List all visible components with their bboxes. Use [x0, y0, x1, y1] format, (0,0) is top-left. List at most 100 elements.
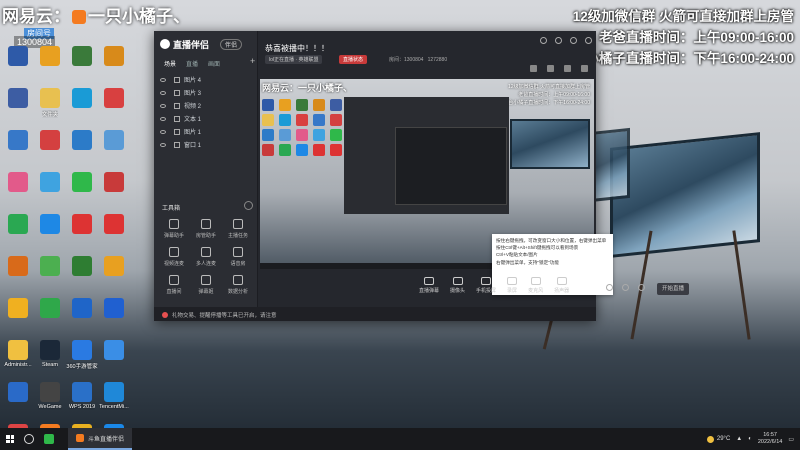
desktop-icon[interactable]	[34, 44, 66, 86]
record-icon[interactable]	[530, 65, 537, 72]
desktop-icon[interactable]	[98, 170, 130, 212]
desktop-icon[interactable]	[2, 170, 34, 212]
network-icon[interactable]: ▲	[736, 436, 742, 442]
desktop-icon[interactable]	[66, 128, 98, 170]
share-icon[interactable]	[581, 65, 588, 72]
desktop-icon[interactable]: TencentMi...	[98, 380, 130, 422]
volume-icon[interactable]: ◐	[748, 436, 752, 442]
desktop-icon[interactable]	[66, 170, 98, 212]
gear-icon[interactable]	[638, 284, 645, 291]
toolbox-item[interactable]: 弹幕助手	[158, 219, 190, 247]
desktop-icon[interactable]: 文件夹	[34, 86, 66, 128]
toolbox-item[interactable]: 房管助手	[190, 219, 222, 247]
game-category-button[interactable]: lol正在直播 · 英雄联盟	[265, 55, 323, 64]
settings-icon[interactable]	[547, 65, 554, 72]
add-scene-button[interactable]: +	[250, 56, 255, 66]
desktop-icon[interactable]	[98, 212, 130, 254]
desktop-icon[interactable]	[98, 44, 130, 86]
minimize-icon[interactable]	[570, 37, 577, 44]
toolbox-item[interactable]: 视频连麦	[158, 247, 190, 275]
desktop-icon[interactable]	[98, 254, 130, 296]
source-item[interactable]: 窗口 1	[160, 138, 252, 151]
desktop-icon[interactable]	[34, 128, 66, 170]
eye-icon[interactable]	[622, 284, 629, 291]
taskbar-app-live[interactable]: 斗鱼直播伴侣	[68, 428, 133, 450]
desktop-icon[interactable]	[2, 44, 34, 86]
action-button[interactable]: 手机投屏	[476, 277, 496, 294]
source-item[interactable]: 图片 3	[160, 86, 252, 99]
desktop-icon[interactable]: WPS 2019	[66, 380, 98, 422]
eye-icon[interactable]	[160, 116, 166, 121]
preview-mini-icon	[279, 99, 291, 111]
desktop-icon[interactable]	[66, 212, 98, 254]
desktop-icon[interactable]	[2, 296, 34, 338]
logo-badge[interactable]: 伴侣	[220, 39, 243, 50]
preview-mini-icon	[330, 114, 342, 126]
source-item[interactable]: 视频 2	[160, 99, 252, 112]
action-button[interactable]: 录屏	[507, 277, 517, 294]
skin-icon[interactable]	[540, 37, 547, 44]
eye-icon[interactable]	[160, 142, 166, 147]
toolbox-item[interactable]: 直播间	[158, 275, 190, 303]
desktop-icon[interactable]: WeGame	[34, 380, 66, 422]
scene-tab[interactable]: 场景	[164, 59, 176, 68]
toolbox-item[interactable]: 主播任务	[222, 219, 254, 247]
toolbox-item[interactable]: 语音房	[222, 247, 254, 275]
desktop-icon[interactable]	[2, 212, 34, 254]
start-live-button[interactable]: 开始直播	[657, 283, 689, 295]
tool-label: 语音房	[230, 261, 246, 267]
desktop-icon[interactable]	[34, 212, 66, 254]
desktop-icon[interactable]: Administr...	[2, 338, 34, 380]
scene-tab[interactable]: 直播	[186, 59, 198, 68]
toolbox-item[interactable]: 数据分析	[222, 275, 254, 303]
action-button[interactable]: 扬声器	[554, 277, 569, 294]
desktop-app-icon	[104, 46, 124, 66]
toolbox-item[interactable]: 弹幕姬	[190, 275, 222, 303]
scene-tab[interactable]: 画面	[208, 59, 220, 68]
live-status-button[interactable]: 直播状态	[339, 55, 368, 64]
desktop-icon[interactable]	[34, 170, 66, 212]
desktop-icon[interactable]	[66, 44, 98, 86]
desktop-icon[interactable]	[34, 296, 66, 338]
weather-widget[interactable]: 29°C	[706, 435, 730, 443]
preview-mini-icon	[313, 129, 325, 141]
desktop-icon[interactable]	[98, 86, 130, 128]
desktop-icon[interactable]	[98, 338, 130, 380]
tool-label: 房管助手	[195, 233, 216, 239]
desktop-icon[interactable]	[2, 86, 34, 128]
toolbox-collapse-icon[interactable]	[244, 201, 253, 210]
action-button[interactable]: 直播弹幕	[419, 277, 439, 294]
source-item[interactable]: 文本 1	[160, 112, 252, 125]
eye-icon[interactable]	[160, 103, 166, 108]
source-item[interactable]: 图片 4	[160, 73, 252, 86]
eye-icon[interactable]	[160, 90, 166, 95]
menu-icon[interactable]	[555, 37, 562, 44]
taskbar-clock[interactable]: 16:57 2022/6/14	[758, 432, 782, 446]
camera-icon[interactable]	[606, 284, 613, 291]
desktop-icon[interactable]: 360手游管家	[66, 338, 98, 380]
desktop-icon[interactable]	[2, 128, 34, 170]
mobile-icon[interactable]	[564, 65, 571, 72]
source-item[interactable]: 图片 1	[160, 125, 252, 138]
stream-title[interactable]: 恭喜被播中！！！	[265, 43, 329, 54]
notification-icon[interactable]: ▭	[788, 436, 794, 443]
desktop-icon[interactable]	[66, 254, 98, 296]
action-button[interactable]: 麦克风	[528, 277, 543, 294]
wechat-icon[interactable]	[44, 434, 54, 444]
action-button[interactable]: 摄像头	[450, 277, 465, 294]
eye-icon[interactable]	[160, 129, 166, 134]
desktop-icon[interactable]	[66, 86, 98, 128]
toolbox-item[interactable]: 多人连麦	[190, 247, 222, 275]
desktop-icon[interactable]	[98, 296, 130, 338]
desktop-icon[interactable]: Steam	[34, 338, 66, 380]
desktop-icon[interactable]	[2, 254, 34, 296]
desktop-icon[interactable]	[2, 380, 34, 422]
desktop-icon[interactable]	[34, 254, 66, 296]
source-label: 窗口 1	[184, 143, 202, 149]
search-icon[interactable]	[24, 434, 34, 444]
start-button[interactable]	[6, 435, 14, 443]
desktop-icon[interactable]	[98, 128, 130, 170]
eye-icon[interactable]	[160, 77, 166, 82]
desktop-icon[interactable]	[66, 296, 98, 338]
close-icon[interactable]	[585, 37, 592, 44]
